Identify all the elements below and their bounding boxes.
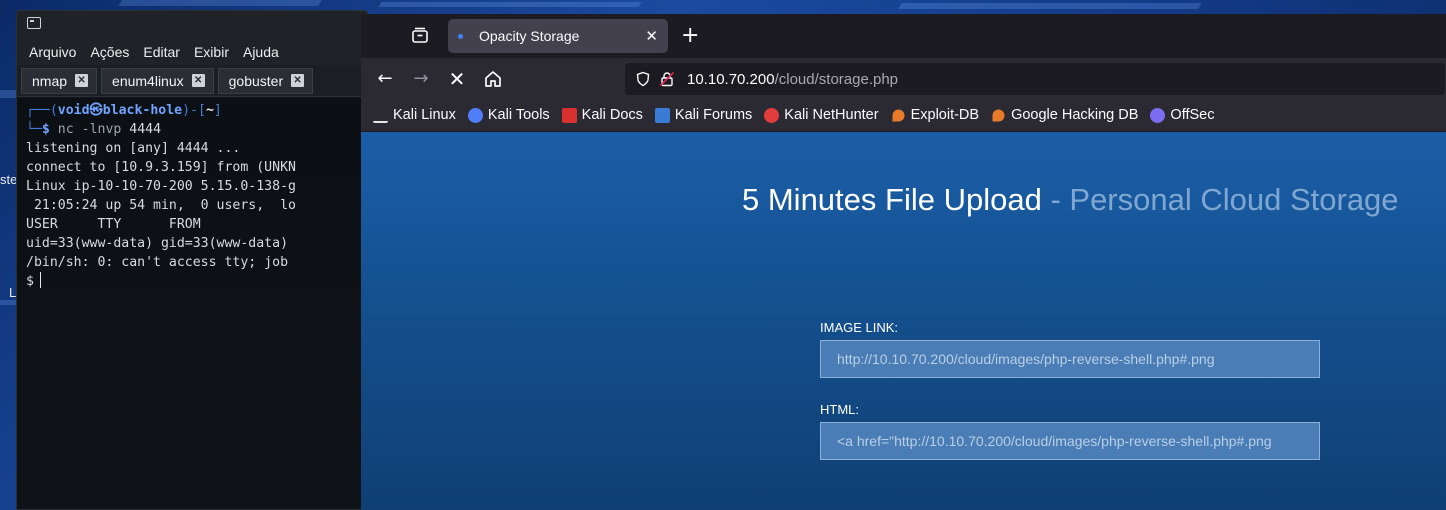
close-icon[interactable]: ✕ [645, 27, 658, 45]
terminal-tab-label: gobuster [228, 72, 284, 89]
shield-icon[interactable] [635, 71, 651, 87]
output-line: /bin/sh: 0: can't access tty; job [26, 255, 296, 270]
page-title-separator: - [1041, 182, 1070, 217]
bookmark-label: Kali NetHunter [784, 107, 879, 123]
browser-navbar: ← → ✕ 10.10.70.200/cloud/storage.php [361, 58, 1446, 99]
bookmark-label: Kali Docs [581, 107, 643, 123]
url-path: /cloud/storage.php [774, 70, 899, 88]
prompt-at-symbol: ㉿ [89, 103, 103, 118]
image-link-label: IMAGE LINK: [820, 320, 899, 335]
output-line: USER TTY FROM [26, 217, 201, 232]
back-arrow-icon[interactable]: ← [373, 67, 397, 91]
command-args: -lnvp [81, 122, 122, 137]
terminal-tabbar: nmap ✕ enum4linux ✕ gobuster ✕ [17, 65, 367, 97]
kali-dragon-icon [373, 108, 388, 123]
output-line: 21:05:24 up 54 min, 0 users, lo [26, 198, 296, 213]
menu-acoes[interactable]: Ações [90, 44, 129, 60]
page-title-sub: Personal Cloud Storage [1069, 182, 1399, 217]
offsec-icon [1150, 107, 1166, 123]
terminal-tab-label: enum4linux [112, 72, 184, 89]
prompt-user: void [57, 103, 90, 118]
kali-nethunter-icon [764, 107, 780, 123]
prompt-frame: )-[ [182, 103, 206, 118]
tab-opacity-storage[interactable]: Opacity Storage ✕ [448, 19, 668, 53]
bookmark-offsec[interactable]: OffSec [1150, 107, 1214, 123]
url-bar[interactable]: 10.10.70.200/cloud/storage.php [625, 63, 1445, 95]
bookmark-kali-tools[interactable]: Kali Tools [467, 107, 550, 123]
command-name: nc [57, 122, 74, 137]
bookmark-kali-linux[interactable]: Kali Linux [373, 107, 456, 123]
output-line: uid=33(www-data) gid=33(www-data) [26, 236, 296, 251]
terminal-tab-enum4linux[interactable]: enum4linux ✕ [101, 67, 214, 94]
menu-ajuda[interactable]: Ajuda [243, 44, 279, 60]
terminal-tab-label: nmap [32, 72, 68, 89]
terminal-app-icon [27, 17, 41, 29]
home-icon[interactable] [481, 67, 505, 91]
forward-arrow-icon[interactable]: → [409, 67, 433, 91]
bookmark-kali-docs[interactable]: Kali Docs [561, 107, 643, 123]
terminal-output[interactable]: ┌──(void㉿black-hole)-[~] └─$ nc -lnvp 444… [17, 98, 367, 509]
url-text[interactable]: 10.10.70.200/cloud/storage.php [687, 71, 898, 88]
url-host: 10.10.70.200 [687, 70, 775, 88]
prompt-cwd: ~ [205, 103, 214, 118]
loading-dot-icon [458, 33, 463, 39]
output-line: listening on [any] 4444 ... [26, 141, 241, 156]
bookmark-exploit-db[interactable]: Exploit-DB [891, 107, 980, 123]
new-tab-plus-icon[interactable]: + [681, 23, 699, 48]
html-code-field[interactable]: <a href="http://10.10.70.200/cloud/image… [820, 422, 1320, 460]
browser-window[interactable]: Opacity Storage ✕ + ← → ✕ 10.10.70.200/c… [361, 14, 1446, 510]
prompt-frame: └─ [26, 122, 42, 137]
kali-forums-icon [654, 107, 670, 123]
bookmarks-toolbar: Kali Linux Kali Tools Kali Docs Kali For… [361, 99, 1446, 132]
page-title-main: 5 Minutes File Upload [742, 182, 1042, 217]
ghdb-icon [992, 109, 1005, 121]
tab-title: Opacity Storage [479, 28, 580, 44]
terminal-tab-gobuster[interactable]: gobuster ✕ [217, 67, 314, 94]
image-link-field[interactable]: http://10.10.70.200/cloud/images/php-rev… [820, 340, 1320, 378]
bookmark-label: Kali Tools [487, 107, 550, 123]
prompt-dollar: $ [41, 122, 50, 137]
desktop-label-fragment: ste [0, 172, 18, 187]
terminal-window[interactable]: Arquivo Ações Editar Exibir Ajuda nmap ✕… [16, 10, 368, 510]
bookmark-label: OffSec [1170, 107, 1215, 123]
bookmark-kali-forums[interactable]: Kali Forums [654, 107, 753, 123]
browser-tabstrip: Opacity Storage ✕ + [361, 14, 1446, 58]
page-title: 5 Minutes File Upload - Personal Cloud S… [742, 182, 1399, 218]
bookmark-label: Exploit-DB [910, 107, 980, 123]
text-cursor [39, 272, 42, 288]
output-line: Linux ip-10-10-70-200 5.15.0-138-g [26, 179, 296, 194]
shell-prompt-line: $ [26, 272, 367, 291]
prompt-frame: ┌──( [26, 103, 58, 118]
terminal-titlebar[interactable] [17, 11, 367, 39]
terminal-tab-nmap[interactable]: nmap ✕ [21, 67, 98, 94]
close-icon[interactable]: ✕ [75, 74, 89, 87]
close-icon[interactable]: ✕ [191, 74, 205, 87]
kali-tools-icon [467, 107, 483, 123]
kali-docs-icon [561, 107, 577, 123]
prompt-frame: ] [213, 103, 222, 118]
command-port: 4444 [129, 122, 162, 137]
bookmark-label: Google Hacking DB [1011, 107, 1139, 123]
bookmark-label: Kali Forums [674, 107, 753, 123]
prompt-host: black-hole [102, 103, 183, 118]
shell-prompt: $ [26, 274, 34, 289]
stop-loading-icon[interactable]: ✕ [445, 67, 469, 91]
exploit-db-icon [892, 109, 905, 121]
bookmark-google-hacking-db[interactable]: Google Hacking DB [991, 107, 1138, 123]
close-icon[interactable]: ✕ [291, 74, 305, 87]
output-line: connect to [10.9.3.159] from (UNKN [26, 160, 296, 175]
insecure-lock-icon[interactable] [659, 71, 675, 87]
bookmark-label: Kali Linux [393, 107, 456, 123]
bookmark-kali-nethunter[interactable]: Kali NetHunter [764, 107, 879, 123]
menu-editar[interactable]: Editar [143, 44, 180, 60]
menu-arquivo[interactable]: Arquivo [29, 44, 76, 60]
menu-exibir[interactable]: Exibir [194, 44, 229, 60]
list-all-tabs-icon[interactable] [411, 26, 429, 44]
prompt-line-1: ┌──(void㉿black-hole)-[~] [26, 101, 367, 120]
prompt-line-2: └─$ nc -lnvp 4444 [26, 120, 367, 139]
page-content: 5 Minutes File Upload - Personal Cloud S… [361, 132, 1446, 510]
terminal-menubar: Arquivo Ações Editar Exibir Ajuda [17, 39, 367, 65]
html-label: HTML: [820, 402, 859, 417]
